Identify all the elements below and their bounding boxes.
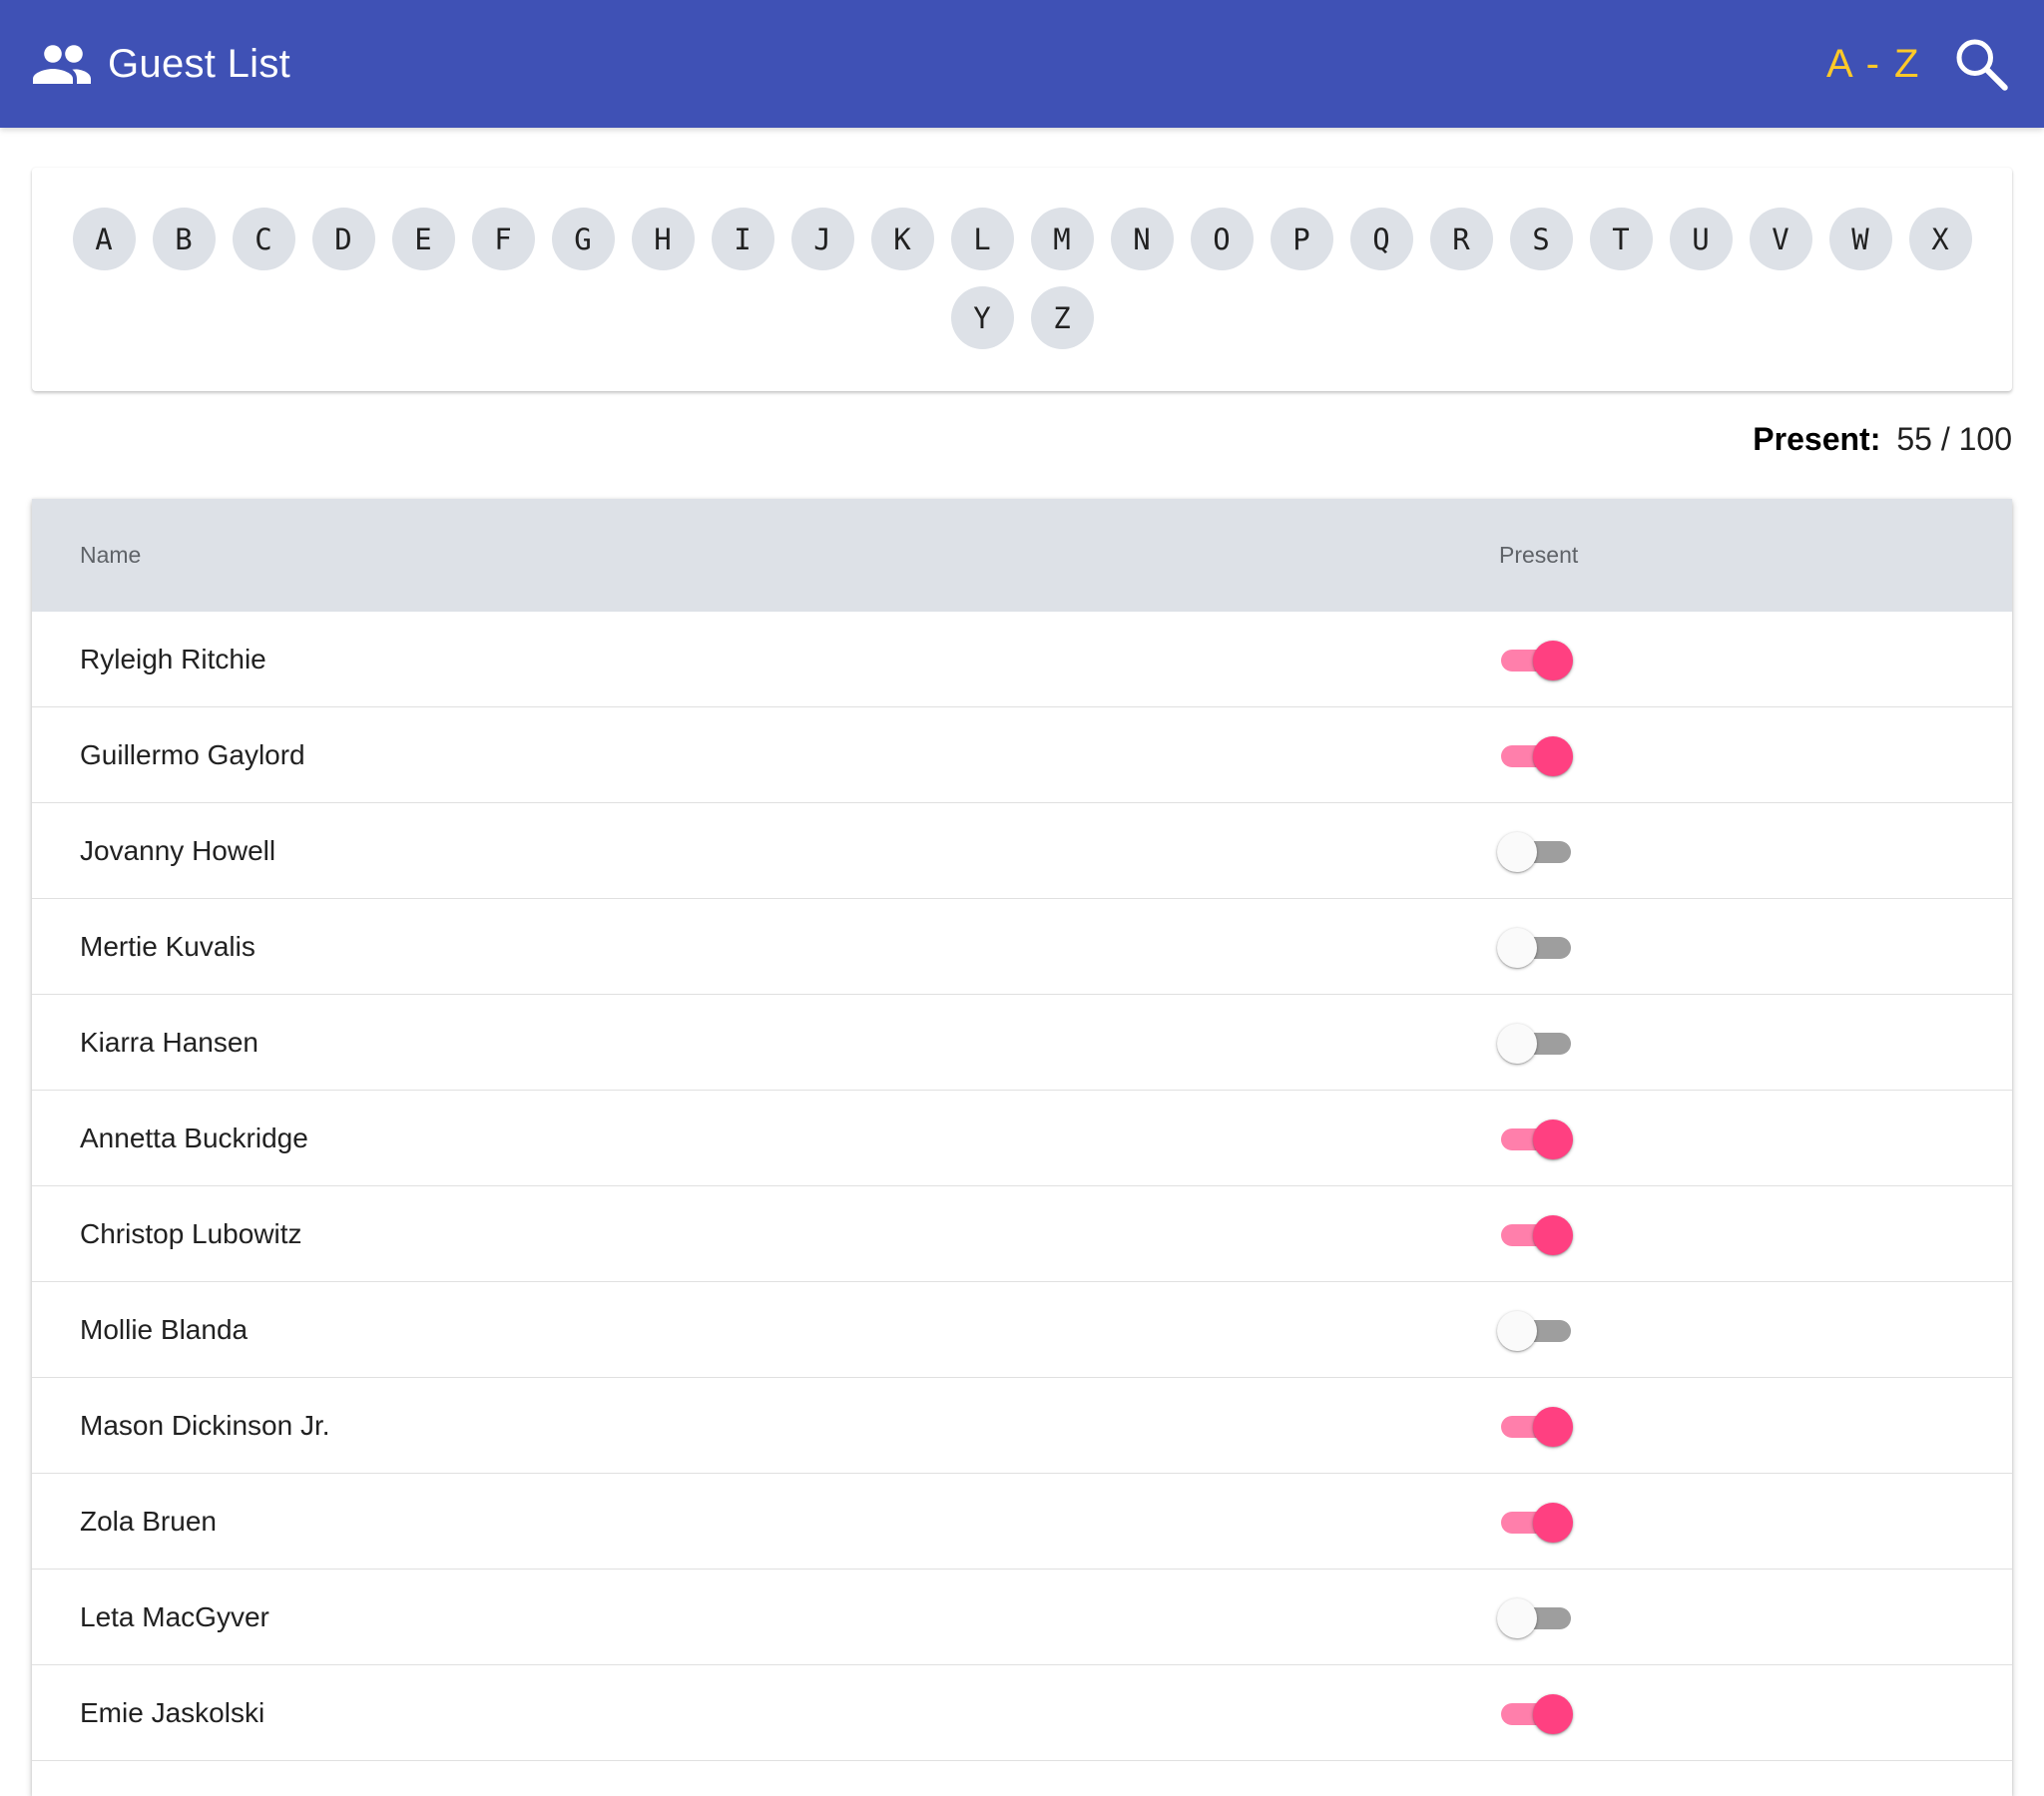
present-label: Present: — [1753, 421, 1881, 457]
present-toggle[interactable] — [1497, 639, 1573, 680]
present-toggle[interactable] — [1497, 1596, 1573, 1638]
table-body: Ryleigh Ritchie Guillermo Gaylord Jovanny … — [32, 612, 2012, 1761]
sort-toggle-button[interactable]: A - Z — [1826, 36, 1920, 92]
toggle-thumb — [1497, 1311, 1537, 1351]
table-row: Leta MacGyver — [32, 1570, 2012, 1665]
letter-chip-g[interactable]: G — [551, 208, 615, 270]
present-count: 55 / 100 — [1896, 421, 2012, 457]
table-row: Mason Dickinson Jr. — [32, 1378, 2012, 1474]
present-toggle[interactable] — [1497, 830, 1573, 872]
letter-chip-x[interactable]: X — [1908, 208, 1972, 270]
alphabet-filter-card: ABCDEFGHIJKLMNOPQRSTUVWX YZ — [32, 168, 2012, 391]
letter-chip-w[interactable]: W — [1828, 208, 1892, 270]
table-row: Jovanny Howell — [32, 803, 2012, 899]
letter-chip-v[interactable]: V — [1749, 208, 1812, 270]
app-bar: Guest List A - Z — [0, 0, 2044, 128]
letter-chip-h[interactable]: H — [631, 208, 695, 270]
letter-chip-l[interactable]: L — [950, 208, 1014, 270]
guest-name: Jovanny Howell — [80, 835, 276, 866]
alphabet-filter: ABCDEFGHIJKLMNOPQRSTUVWX YZ — [70, 208, 1974, 349]
letter-chip-t[interactable]: T — [1589, 208, 1653, 270]
letter-chip-b[interactable]: B — [152, 208, 216, 270]
letter-chip-j[interactable]: J — [790, 208, 854, 270]
toggle-thumb — [1533, 1694, 1573, 1734]
toggle-thumb — [1533, 641, 1573, 680]
guest-name: Emie Jaskolski — [80, 1697, 265, 1728]
letter-chip-f[interactable]: F — [471, 208, 535, 270]
letter-chip-a[interactable]: A — [72, 208, 136, 270]
letter-chip-r[interactable]: R — [1429, 208, 1493, 270]
search-icon[interactable] — [1951, 34, 2011, 94]
letter-chip-i[interactable]: I — [711, 208, 774, 270]
present-toggle[interactable] — [1497, 1213, 1573, 1255]
letter-chip-p[interactable]: P — [1270, 208, 1333, 270]
guest-name: Leta MacGyver — [80, 1601, 269, 1632]
guest-name: Zola Bruen — [80, 1506, 217, 1537]
letter-chip-c[interactable]: C — [232, 208, 295, 270]
toggle-thumb — [1533, 1120, 1573, 1159]
letter-chip-d[interactable]: D — [311, 208, 375, 270]
guest-name: Ryleigh Ritchie — [80, 644, 266, 674]
guest-name: Guillermo Gaylord — [80, 739, 305, 770]
letter-chip-o[interactable]: O — [1190, 208, 1254, 270]
present-toggle[interactable] — [1497, 734, 1573, 776]
letter-chip-u[interactable]: U — [1669, 208, 1733, 270]
letter-chip-k[interactable]: K — [870, 208, 934, 270]
guest-name: Kiarra Hansen — [80, 1027, 258, 1058]
letter-chip-q[interactable]: Q — [1349, 208, 1413, 270]
toggle-thumb — [1497, 1024, 1537, 1064]
app-title: Guest List — [108, 42, 291, 86]
letter-chip-e[interactable]: E — [391, 208, 455, 270]
present-toggle[interactable] — [1497, 1309, 1573, 1351]
guest-name: Mertie Kuvalis — [80, 931, 256, 962]
toggle-thumb — [1533, 1407, 1573, 1447]
present-toggle[interactable] — [1497, 1022, 1573, 1064]
table-row: Emie Jaskolski — [32, 1665, 2012, 1761]
letter-chip-z[interactable]: Z — [1030, 286, 1094, 349]
present-toggle[interactable] — [1497, 926, 1573, 968]
table-row: Kiarra Hansen — [32, 995, 2012, 1091]
guest-name: Annetta Buckridge — [80, 1122, 308, 1153]
table-header: Name Present — [32, 499, 2012, 612]
toggle-thumb — [1497, 832, 1537, 872]
letter-chip-m[interactable]: M — [1030, 208, 1094, 270]
letter-chip-y[interactable]: Y — [950, 286, 1014, 349]
table-row: Annetta Buckridge — [32, 1091, 2012, 1186]
toggle-thumb — [1533, 1503, 1573, 1543]
table-row: Zola Bruen — [32, 1474, 2012, 1570]
column-header-present: Present — [1499, 542, 1579, 568]
table-row: Ryleigh Ritchie — [32, 612, 2012, 707]
toggle-thumb — [1533, 736, 1573, 776]
column-header-name: Name — [80, 542, 142, 568]
table-row: Christop Lubowitz — [32, 1186, 2012, 1282]
present-toggle[interactable] — [1497, 1692, 1573, 1734]
table-row: Mollie Blanda — [32, 1282, 2012, 1378]
present-toggle[interactable] — [1497, 1405, 1573, 1447]
letter-chip-n[interactable]: N — [1110, 208, 1174, 270]
letter-chip-s[interactable]: S — [1509, 208, 1573, 270]
guest-name: Mollie Blanda — [80, 1314, 249, 1345]
guest-name: Mason Dickinson Jr. — [80, 1410, 330, 1441]
guest-table: Name Present Ryleigh Ritchie Guillermo Ga… — [32, 499, 2012, 1796]
table-row: Guillermo Gaylord — [32, 707, 2012, 803]
present-toggle[interactable] — [1497, 1501, 1573, 1543]
guest-name: Christop Lubowitz — [80, 1218, 302, 1249]
toggle-thumb — [1533, 1215, 1573, 1255]
people-icon — [33, 45, 91, 84]
toggle-thumb — [1497, 1598, 1537, 1638]
toggle-thumb — [1497, 928, 1537, 968]
table-row: Mertie Kuvalis — [32, 899, 2012, 995]
present-toggle[interactable] — [1497, 1118, 1573, 1159]
present-summary: Present: 55 / 100 — [1753, 417, 2012, 461]
